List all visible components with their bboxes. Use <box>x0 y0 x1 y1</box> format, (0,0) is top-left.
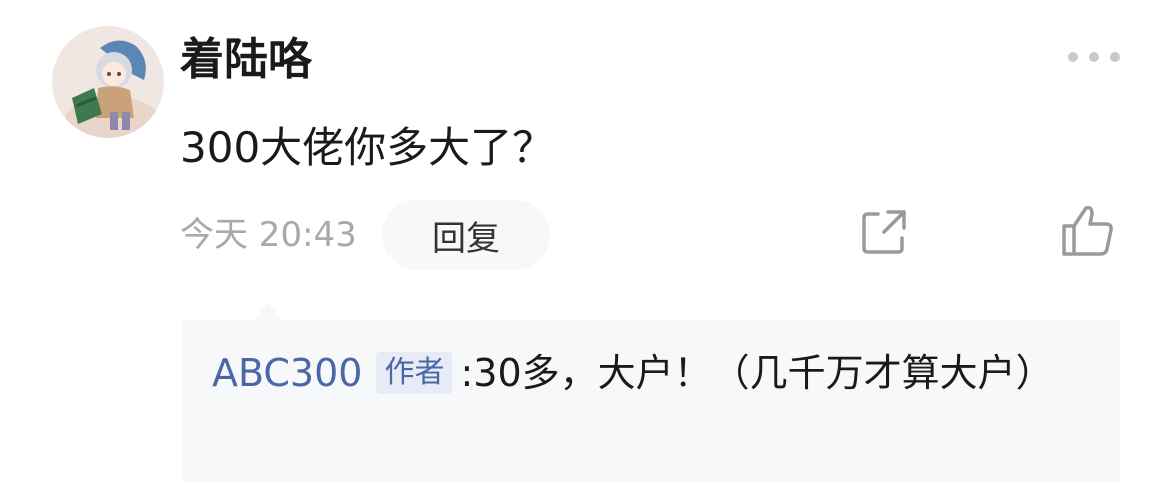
thumbs-up-icon[interactable] <box>1060 204 1116 258</box>
more-dots-icon[interactable] <box>1068 48 1120 66</box>
reply-author-link[interactable]: ABC300 <box>212 351 362 395</box>
comment-timestamp: 今天 20:43 <box>180 215 357 255</box>
reply-text: :30多，大户！（几千万才算大户） <box>460 351 1054 395</box>
reply-box-pointer <box>254 302 282 320</box>
avatar-illustration <box>52 26 164 138</box>
more-dot <box>1068 52 1078 62</box>
author-badge: 作者 <box>376 352 453 394</box>
comment-text: 300大佬你多大了？ <box>180 123 555 172</box>
reply-content: ABC300 作者:30多，大户！（几千万才算大户） <box>212 340 1092 406</box>
more-dot <box>1089 52 1099 62</box>
more-dot <box>1110 52 1120 62</box>
username[interactable]: 着陆咯 <box>180 30 312 90</box>
reply-button[interactable]: 回复 <box>382 200 550 270</box>
share-icon[interactable] <box>860 208 908 256</box>
comment-item: 着陆咯 300大佬你多大了？ 今天 20:43 回复 ABC300 作者:30多，… <box>0 0 1170 484</box>
user-avatar[interactable] <box>52 26 164 138</box>
